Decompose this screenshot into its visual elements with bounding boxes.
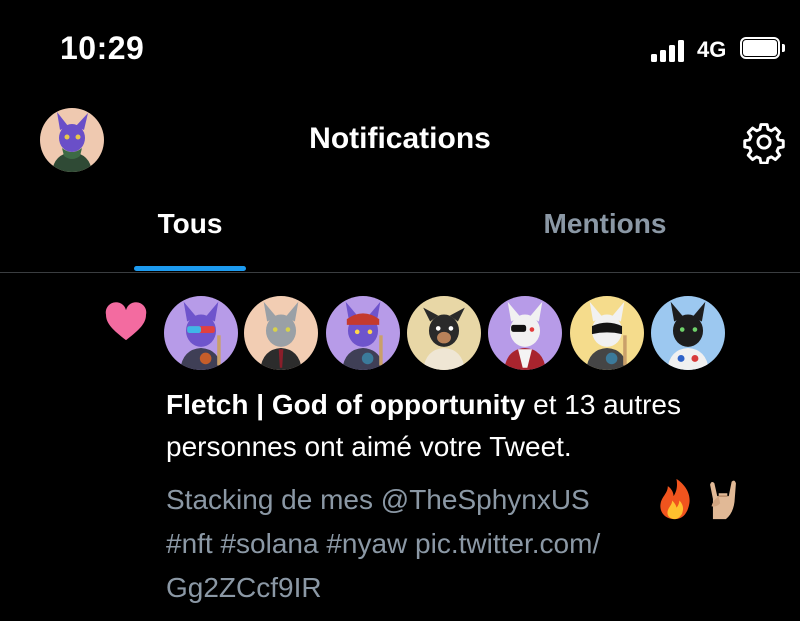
tweet-line: #nft #solana #nyaw pic.twitter.com/ xyxy=(166,528,601,559)
tab-mentions[interactable]: Mentions xyxy=(505,208,705,240)
battery-icon xyxy=(740,37,788,61)
liker-avatar[interactable] xyxy=(407,296,481,370)
liker-avatar[interactable] xyxy=(488,296,562,370)
active-tab-indicator xyxy=(134,266,246,271)
liker-avatar[interactable] xyxy=(244,296,318,370)
rock-hand-emoji-icon xyxy=(700,476,746,522)
tab-all[interactable]: Tous xyxy=(90,208,290,240)
notification-text: Fletch | God of opportunity et 13 autres… xyxy=(166,384,786,468)
page-title: Notifications xyxy=(309,122,491,155)
gear-icon[interactable] xyxy=(742,120,786,165)
actor-name[interactable]: Fletch | God of opportunity xyxy=(166,389,525,420)
liker-avatar[interactable] xyxy=(651,296,725,370)
liker-avatar[interactable] xyxy=(164,296,238,370)
clock: 10:29 xyxy=(60,30,145,66)
cellular-signal-icon xyxy=(651,40,689,62)
liker-avatar[interactable] xyxy=(570,296,644,370)
status-bar: 10:29 4G xyxy=(0,0,800,100)
liker-avatar[interactable] xyxy=(326,296,400,370)
notification-tabs: Tous Mentions xyxy=(0,196,800,273)
liker-avatars xyxy=(164,296,800,372)
top-app-bar: Notifications xyxy=(0,100,800,180)
heart-icon xyxy=(104,302,148,342)
tweet-line: Gg2ZCcf9IR xyxy=(166,572,322,603)
network-type: 4G xyxy=(697,37,727,62)
fire-emoji-icon xyxy=(652,476,698,522)
